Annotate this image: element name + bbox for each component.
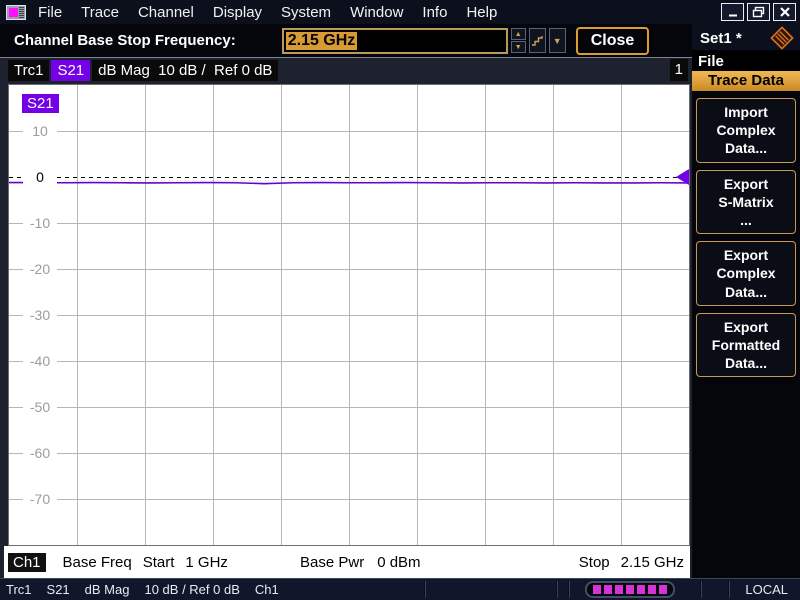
status-segment-5: Ch1 <box>254 582 279 597</box>
minimize-button[interactable] <box>721 3 744 21</box>
spinner: ▲ ▼ <box>510 28 526 53</box>
menu-file[interactable]: File <box>38 4 62 21</box>
step-size-icon <box>532 36 543 46</box>
trace-line <box>9 85 689 545</box>
status-segment-3: dB Mag <box>84 582 130 597</box>
base-power-group: Base Pwr 0 dBm <box>300 554 421 571</box>
diagram-area: 10 0 -10 -20 -30 -40 -50 -60 -70 S21 <box>8 84 690 546</box>
y-tick-label: -50 <box>23 399 57 415</box>
setup-name[interactable]: Set1 * <box>700 30 742 47</box>
close-window-button[interactable] <box>773 3 796 21</box>
sweep-led <box>615 585 623 594</box>
stop-label: Stop <box>578 553 610 571</box>
sweep-indicator <box>585 581 675 598</box>
softkey-4[interactable]: Export Formatted Data... <box>696 312 796 378</box>
spin-up-button[interactable]: ▲ <box>510 28 526 40</box>
menu-window[interactable]: Window <box>350 4 403 21</box>
app-icon[interactable] <box>6 4 26 20</box>
y-tick-label: 10 <box>23 123 57 139</box>
window-controls <box>721 3 796 21</box>
close-entry-button[interactable]: Close <box>575 26 650 55</box>
softkey-3[interactable]: Export Complex Data... <box>696 241 796 306</box>
channel-name-label[interactable]: Ch1 <box>8 552 46 572</box>
softkey-section-header: Trace Data <box>692 71 800 91</box>
restore-icon <box>752 6 765 18</box>
channel-base-freq-group: Ch1 Base Freq Start 1 GHz <box>4 552 228 572</box>
menu-bar: File Trace Channel Display System Window Info H… <box>0 0 800 24</box>
y-tick-label: -70 <box>23 491 57 507</box>
trace-label-tag[interactable]: S21 <box>22 94 59 113</box>
trace-format-label[interactable]: dB Mag 10 dB / Ref 0 dB <box>92 60 279 81</box>
base-pwr-label: Base Pwr <box>300 553 365 571</box>
trace-parameter-label[interactable]: S21 <box>51 60 91 81</box>
status-bar: Trc1 S21 dB Mag 10 dB / Ref 0 dB Ch1 LOCAL <box>0 578 800 600</box>
base-pwr-value: 0 dBm <box>377 553 421 571</box>
y-tick-label: -20 <box>23 261 57 277</box>
channel-info-bar: Ch1 Base Freq Start 1 GHz Base Pwr 0 dBm… <box>4 546 690 578</box>
sweep-led <box>659 585 667 594</box>
rs-logo-icon <box>770 26 794 50</box>
y-tick-label: -60 <box>23 445 57 461</box>
diagram-number-badge: 1 <box>669 59 688 81</box>
sweep-led <box>648 585 656 594</box>
diagram-region: Channel Base Stop Frequency: 2.15 GHz ▲ … <box>0 24 692 578</box>
sweep-led <box>637 585 645 594</box>
trace-info-bar: Trc1 S21 dB Mag 10 dB / Ref 0 dB 1 <box>0 58 692 82</box>
softkey-sidebar: Set1 * File Trace Data Import Complex Da… <box>692 24 800 578</box>
stop-freq-group: Stop 2.15 GHz <box>579 554 684 571</box>
y-tick-label: -40 <box>23 353 57 369</box>
menu-bar-items: File Trace Channel Display System Window Info H… <box>38 4 497 21</box>
softkey-list: Import Complex Data... Export S-Matrix ..… <box>692 91 800 384</box>
start-label: Start <box>142 553 175 571</box>
vna-app-window: File Trace Channel Display System Window Info H… <box>0 0 800 600</box>
softkey-2[interactable]: Export S-Matrix ... <box>696 169 796 235</box>
control-mode-label: LOCAL <box>745 582 788 597</box>
softkey-menu-title: File <box>692 50 800 71</box>
unit-dropdown-button[interactable]: ▼ <box>548 28 566 53</box>
status-segment-2: S21 <box>46 582 70 597</box>
menu-system[interactable]: System <box>281 4 331 21</box>
ref-level-marker[interactable] <box>676 169 689 185</box>
y-tick-label: 0 <box>23 169 57 185</box>
close-icon <box>779 7 790 17</box>
frequency-input-value: 2.15 GHz <box>285 31 358 50</box>
status-segment-1: Trc1 <box>6 582 32 597</box>
status-separator <box>556 581 558 598</box>
base-freq-label: Base Freq <box>62 553 132 571</box>
sweep-led <box>593 585 601 594</box>
sweep-led <box>626 585 634 594</box>
menu-trace[interactable]: Trace <box>81 4 119 21</box>
frequency-input[interactable]: 2.15 GHz <box>281 27 508 54</box>
menu-display[interactable]: Display <box>213 4 262 21</box>
sweep-led <box>604 585 612 594</box>
start-value: 1 GHz <box>185 553 228 571</box>
entry-bar: Channel Base Stop Frequency: 2.15 GHz ▲ … <box>0 24 692 58</box>
status-trace-info: Trc1 S21 dB Mag 10 dB / Ref 0 dB Ch1 <box>6 582 279 597</box>
status-segment-4: 10 dB / Ref 0 dB <box>144 582 240 597</box>
trace-name-label[interactable]: Trc1 <box>8 60 50 81</box>
menu-channel[interactable]: Channel <box>138 4 194 21</box>
stop-value: 2.15 GHz <box>620 553 684 571</box>
restore-button[interactable] <box>747 3 770 21</box>
spin-down-button[interactable]: ▼ <box>510 41 526 53</box>
setup-row: Set1 * <box>692 24 800 50</box>
status-separator <box>728 581 730 598</box>
status-separator <box>568 581 570 598</box>
status-separator <box>700 581 702 598</box>
y-tick-label: -10 <box>23 215 57 231</box>
entry-label: Channel Base Stop Frequency: <box>14 32 236 49</box>
menu-info[interactable]: Info <box>422 4 447 21</box>
status-separator <box>424 581 426 598</box>
menu-help[interactable]: Help <box>466 4 497 21</box>
y-tick-label: -30 <box>23 307 57 323</box>
step-size-button[interactable] <box>528 28 546 53</box>
softkey-1[interactable]: Import Complex Data... <box>696 98 796 163</box>
minimize-icon <box>728 14 737 17</box>
